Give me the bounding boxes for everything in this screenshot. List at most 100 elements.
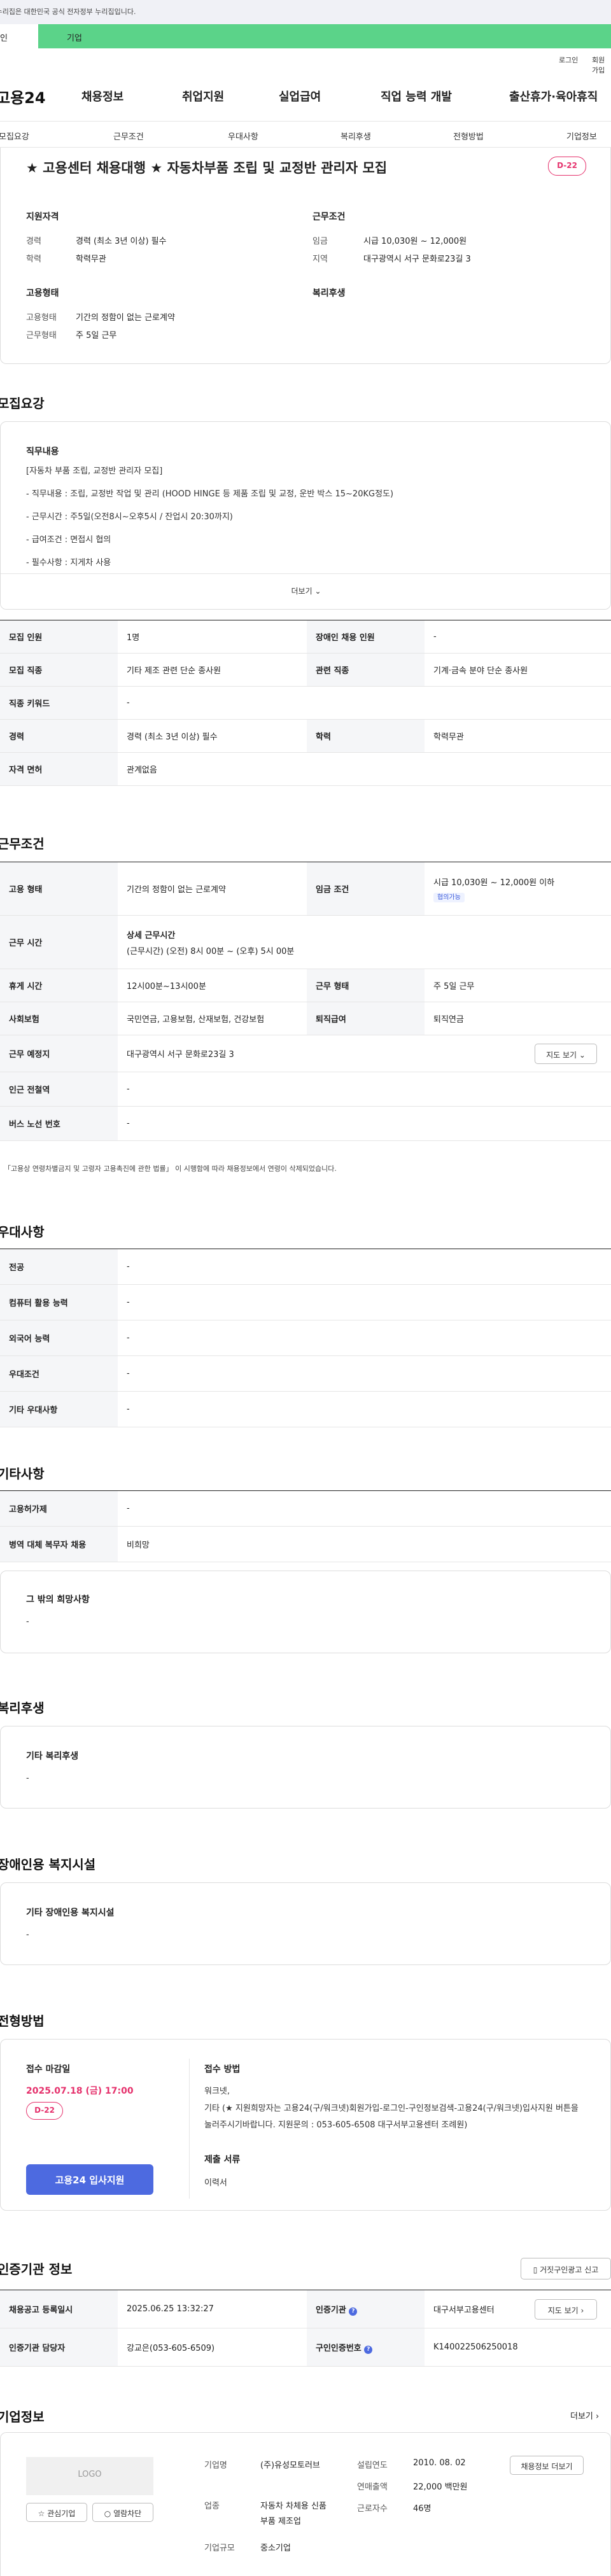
job-content-line: - 필수사항 : 지게차 사용	[26, 558, 111, 568]
welfare-heading: 복리후생	[313, 288, 346, 298]
block-button[interactable]: ○ 열람차단	[92, 2503, 153, 2522]
tab-individual[interactable]: 개인	[0, 24, 38, 48]
gnb-item-unemployment-benefit[interactable]: 실업급여	[279, 88, 321, 104]
table-row: 인근 전철역 -	[0, 1072, 611, 1107]
table-cell: -	[118, 1106, 611, 1141]
select-heading: 전형방법	[0, 2013, 45, 2029]
subnav-recruit[interactable]: 모집요강	[0, 130, 29, 142]
table-cell: 비희망	[118, 1526, 611, 1562]
subnav-select[interactable]: 전형방법	[453, 130, 484, 142]
wage-label: 임금	[313, 237, 328, 246]
company-jobs-button[interactable]: 채용정보 더보기	[510, 2456, 584, 2475]
gnb-item-leave[interactable]: 출산휴가·육아휴직	[509, 88, 598, 104]
edu-value: 학력무관	[76, 255, 106, 264]
welfare-sub: 기타 복리후생	[26, 1751, 79, 1761]
table-row: 전공 -	[0, 1249, 611, 1285]
deadline-value: 2025.07.18 (금) 17:00	[26, 2086, 134, 2096]
subnav-company[interactable]: 기업정보	[566, 130, 597, 142]
region-label: 지역	[313, 255, 328, 264]
welfare-value: -	[26, 1774, 29, 1783]
table-row: 근무 시간 상세 근무시간 (근무시간) (오전) 8시 00분 ~ (오후) 5시…	[0, 915, 611, 969]
company-name-label: 기업명	[204, 2461, 227, 2470]
table-row: 우대조건 -	[0, 1355, 611, 1392]
job-content-line: [자동차 부품 조립, 교정반 관리자 모집]	[26, 466, 163, 476]
job-content-card: 직무내용 [자동차 부품 조립, 교정반 관리자 모집] - 직무내용 : 조립…	[0, 421, 611, 610]
table-header-cell: 버스 노선 번호	[0, 1106, 118, 1141]
table-header-cell: 인근 전철역	[0, 1072, 118, 1107]
table-row: 자격 면허 관계없음	[0, 752, 611, 786]
table-header-cell: 고용 형태	[0, 862, 118, 916]
wage-value: 시급 10,030원 ~ 12,000원	[363, 237, 467, 246]
table-header-cell: 기타 우대사항	[0, 1391, 118, 1427]
method-value: 워크넷,	[204, 2087, 230, 2096]
login-link[interactable]: 로그인	[559, 55, 578, 65]
table-row: 채용공고 등록일시 2025.06.25 13:32:27 인증기관 ? 대구서부고용…	[0, 2290, 611, 2328]
subnav-pref[interactable]: 우대사항	[228, 130, 258, 142]
chevron-right-icon: ›	[580, 2306, 584, 2315]
table-header-cell: 외국어 능력	[0, 1320, 118, 1356]
join-link[interactable]: 회원가입	[592, 55, 611, 75]
table-header-cell: 병역 대체 복무자 채용	[0, 1526, 118, 1562]
gov-notice-text: 이 누리집은 대한민국 공식 전자정부 누리집입니다.	[0, 8, 136, 16]
map-button[interactable]: 지도 보기 ⌄	[535, 1044, 597, 1064]
tab-company[interactable]: 기업	[38, 24, 611, 48]
org-map-button[interactable]: 지도 보기 ›	[535, 2299, 597, 2320]
subnav-work[interactable]: 근무조건	[113, 130, 144, 142]
select-card: 접수 마감일 2025.07.18 (금) 17:00 D-22 고용24 입사…	[0, 2039, 611, 2211]
site-logo[interactable]: 고용24	[0, 85, 46, 108]
founded-label: 설립연도	[357, 2461, 388, 2470]
sales-label: 연매출액	[357, 2482, 388, 2492]
table-cell: 12시00분~13시00분	[118, 969, 307, 1002]
table-cell: -	[118, 1391, 611, 1427]
negotiable-tag: 협의가능	[433, 893, 465, 902]
subnav-welfare[interactable]: 복리후생	[341, 130, 371, 142]
table-row: 버스 노선 번호 -	[0, 1106, 611, 1141]
welfare-card: 기타 복리후생 -	[0, 1726, 611, 1809]
emptype-label: 고용형태	[26, 313, 57, 323]
favorite-button[interactable]: ☆ 관심기업	[26, 2503, 87, 2522]
gnb-item-employment-support[interactable]: 취업지원	[182, 88, 224, 104]
table-header-cell: 구인인증번호 ?	[307, 2328, 425, 2367]
table-cell: -	[118, 1355, 611, 1392]
table-cell: -	[425, 620, 611, 654]
table-cell: -	[118, 1072, 611, 1107]
company-more-link[interactable]: 더보기 ›	[570, 2409, 599, 2421]
table-header-cell: 우대조건	[0, 1355, 118, 1392]
more-button[interactable]: 더보기 ⌄	[1, 573, 610, 609]
block-icon: ○	[104, 2509, 111, 2518]
user-type-tabs: 개인 기업	[0, 24, 611, 48]
job-title: ★ 고용센터 채용대행 ★ 자동차부품 조립 및 교정반 관리자 모집	[26, 160, 388, 176]
table-cell: 기간의 정함이 없는 근로계약	[118, 862, 307, 916]
dday-badge: D-22	[26, 2102, 63, 2120]
docs-value: 이력서	[204, 2178, 227, 2188]
pref-heading: 우대사항	[0, 1224, 45, 1240]
info-icon[interactable]: ?	[364, 2345, 373, 2354]
table-cell: 2025.06.25 13:32:27	[118, 2290, 307, 2328]
qual-heading: 지원자격	[26, 212, 59, 222]
table-header-cell: 인증기관 담당자	[0, 2328, 118, 2367]
info-icon[interactable]: ?	[349, 2307, 358, 2316]
table-row: 경력 경력 (최소 3년 이상) 필수 학력 학력무관	[0, 719, 611, 753]
report-button[interactable]: ▯ 거짓구인광고 신고	[521, 2258, 611, 2279]
apply-button[interactable]: 고용24 입사지원	[26, 2164, 153, 2195]
career-label: 경력	[26, 237, 41, 246]
edu-label: 학력	[26, 255, 41, 264]
other-wish-card: 그 밖의 희망사항 -	[0, 1571, 611, 1653]
table-header-cell: 휴게 시간	[0, 969, 118, 1002]
table-cell: 시급 10,030원 ~ 12,000원 이하 협의가능	[425, 862, 611, 916]
table-cell: 경력 (최소 3년 이상) 필수	[118, 719, 307, 753]
docs-label: 제출 서류	[204, 2155, 241, 2165]
table-row: 고용 형태 기간의 정함이 없는 근로계약 임금 조건 시급 10,030원 ~ 12…	[0, 862, 611, 916]
age-notice: 「고용상 연령차별금지 및 고령자 고용촉진에 관한 법률」 이 시행함에 따라…	[4, 1165, 337, 1173]
work-table: 고용 형태 기간의 정함이 없는 근로계약 임금 조건 시급 10,030원 ~ 12…	[0, 862, 611, 1141]
gnb-item-jobs[interactable]: 채용정보	[81, 88, 123, 104]
star-icon: ☆	[38, 2509, 45, 2518]
welfare-heading-main: 복리후생	[0, 1700, 45, 1716]
summary-card: ★ 고용센터 채용대행 ★ 자동차부품 조립 및 교정반 관리자 모집 D-22…	[0, 148, 611, 364]
recruit-table: 모집 인원 1명 장애인 채용 인원 - 모집 직종 기타 제조 관련 단순 종사원 관련…	[0, 620, 611, 786]
table-header-cell: 자격 면허	[0, 752, 118, 786]
table-cell: -	[118, 1490, 611, 1527]
gnb-item-training[interactable]: 직업 능력 개발	[381, 88, 452, 104]
other-wish-value: -	[26, 1617, 29, 1627]
size-value: 중소기업	[260, 2544, 291, 2553]
